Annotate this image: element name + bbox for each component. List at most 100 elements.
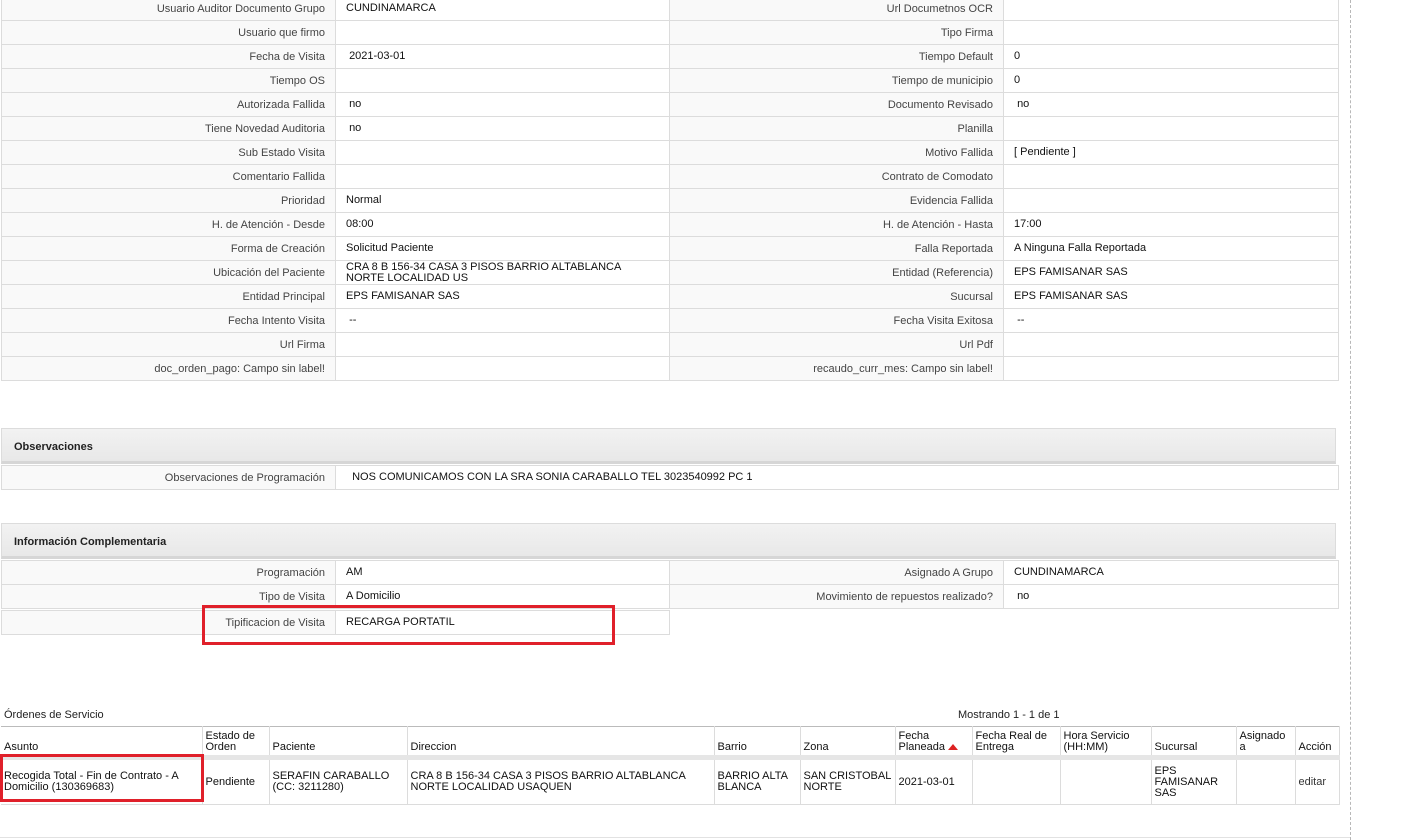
field-value-tipo-de-visita: A Domicilio bbox=[335, 584, 670, 609]
orders-header-label: Estado de Orden bbox=[205, 730, 256, 753]
orders-header-accion[interactable]: Acción bbox=[1295, 726, 1340, 760]
field-value-tiene-novedad-auditoria: no bbox=[335, 116, 670, 141]
field-label-planilla: Planilla bbox=[669, 116, 1004, 141]
sort-ascending-icon[interactable] bbox=[948, 744, 958, 751]
table-row: Recogida Total - Fin de Contrato - A Dom… bbox=[1, 757, 1340, 805]
detail-row: Tiempo OS Tiempo de municipio 0 bbox=[1, 68, 1339, 93]
field-value-sub-estado-visita bbox=[335, 140, 670, 165]
field-label-entidad-principal: Entidad Principal bbox=[1, 284, 336, 309]
field-label-fecha-intento-visita: Fecha Intento Visita bbox=[1, 308, 336, 333]
editar-link[interactable]: editar bbox=[1299, 776, 1327, 788]
tipificacion-value: RECARGA PORTATIL bbox=[335, 610, 670, 635]
field-label-asignado-a-grupo: Asignado A Grupo bbox=[669, 560, 1004, 585]
field-label-fecha-visita-exitosa: Fecha Visita Exitosa bbox=[669, 308, 1004, 333]
orders-cell-zona: SAN CRISTOBAL NORTE bbox=[800, 757, 896, 805]
detail-row: Prioridad Normal Evidencia Fallida bbox=[1, 188, 1339, 213]
field-label-motivo-fallida: Motivo Fallida bbox=[669, 140, 1004, 165]
orders-header-row: Asunto Estado de Orden Paciente Direccion Ba… bbox=[1, 726, 1340, 760]
field-value-ubicacion-del-paciente: CRA 8 B 156-34 CASA 3 PISOS BARRIO ALTAB… bbox=[335, 260, 670, 285]
observaciones-row: Observaciones de Programación NOS COMUNI… bbox=[1, 465, 1339, 490]
detail-row: Usuario Auditor Documento Grupo CUNDINAMA… bbox=[1, 0, 1339, 21]
detail-row: Url Firma Url Pdf bbox=[1, 332, 1339, 357]
orders-header-label: Acción bbox=[1298, 741, 1332, 753]
field-value-contrato-de-comodato bbox=[1003, 164, 1339, 189]
orders-header-label: Hora Servicio (HH:MM) bbox=[1063, 730, 1130, 753]
orders-header-fecha-real-de-entrega[interactable]: Fecha Real de Entrega bbox=[972, 726, 1061, 760]
field-label-doc-orden-pago-campo-sin-label: doc_orden_pago: Campo sin label! bbox=[1, 356, 336, 381]
orders-header-paciente[interactable]: Paciente bbox=[269, 726, 408, 760]
field-value-sucursal: EPS FAMISANAR SAS bbox=[1003, 284, 1339, 309]
orders-cell-sucursal: EPS FAMISANAR SAS bbox=[1151, 757, 1237, 805]
orders-cell-fecha-real-de-entrega bbox=[972, 757, 1061, 805]
detail-table: Usuario Auditor Documento Grupo CUNDINAMA… bbox=[1, 0, 1339, 381]
detail-row: Usuario que firmo Tipo Firma bbox=[1, 20, 1339, 45]
orders-header-fecha-planeada[interactable]: Fecha Planeada bbox=[895, 726, 973, 760]
field-label-tiempo-default: Tiempo Default bbox=[669, 44, 1004, 69]
field-value-fecha-visita-exitosa: -- bbox=[1003, 308, 1339, 333]
orders-table: Asunto Estado de Orden Paciente Direccion Ba… bbox=[1, 726, 1340, 805]
field-label-tiene-novedad-auditoria: Tiene Novedad Auditoria bbox=[1, 116, 336, 141]
field-value-planilla bbox=[1003, 116, 1339, 141]
field-label-programacion: Programación bbox=[1, 560, 336, 585]
observaciones-section-header: Observaciones bbox=[1, 428, 1336, 464]
orders-header-asignado-a[interactable]: Asignado a bbox=[1236, 726, 1296, 760]
orders-header-direccion[interactable]: Direccion bbox=[407, 726, 715, 760]
orders-cell-fecha-planeada: 2021-03-01 bbox=[895, 757, 973, 805]
field-value-evidencia-fallida bbox=[1003, 188, 1339, 213]
orders-header-label: Sucursal bbox=[1154, 741, 1198, 753]
detail-row: doc_orden_pago: Campo sin label! recaudo_… bbox=[1, 356, 1339, 381]
field-value-autorizada-fallida: no bbox=[335, 92, 670, 117]
field-label-entidad-referencia: Entidad (Referencia) bbox=[669, 260, 1004, 285]
field-label-url-documetnos-ocr: Url Documetnos OCR bbox=[669, 0, 1004, 21]
field-label-fecha-de-visita: Fecha de Visita bbox=[1, 44, 336, 69]
field-value-usuario-que-firmo bbox=[335, 20, 670, 45]
field-value-tipo-firma bbox=[1003, 20, 1339, 45]
field-label-documento-revisado: Documento Revisado bbox=[669, 92, 1004, 117]
field-value-comentario-fallida bbox=[335, 164, 670, 189]
orders-header-label: Asignado a bbox=[1239, 730, 1286, 753]
orders-header-zona[interactable]: Zona bbox=[800, 726, 896, 760]
field-label-movimiento-de-repuestos-realizado: Movimiento de repuestos realizado? bbox=[669, 584, 1004, 609]
field-value-h-de-atencion-hasta: 17:00 bbox=[1003, 212, 1339, 237]
detail-row: Tipo de Visita A Domicilio Movimiento de r… bbox=[1, 584, 1339, 609]
field-label-prioridad: Prioridad bbox=[1, 188, 336, 213]
detail-row: Programación AM Asignado A Grupo CUNDINAMAR… bbox=[1, 560, 1339, 585]
field-label-h-de-atencion-hasta: H. de Atención - Hasta bbox=[669, 212, 1004, 237]
orders-cell-direccion: CRA 8 B 156-34 CASA 3 PISOS BARRIO ALTAB… bbox=[407, 757, 715, 805]
orders-title: Órdenes de Servicio bbox=[4, 709, 104, 721]
field-value-fecha-intento-visita: -- bbox=[335, 308, 670, 333]
field-value-h-de-atencion-desde: 08:00 bbox=[335, 212, 670, 237]
detail-row: Entidad Principal EPS FAMISANAR SAS Sucurs… bbox=[1, 284, 1339, 309]
observaciones-value: NOS COMUNICAMOS CON LA SRA SONIA CARABAL… bbox=[335, 465, 1339, 490]
field-label-tiempo-os: Tiempo OS bbox=[1, 68, 336, 93]
field-label-comentario-fallida: Comentario Fallida bbox=[1, 164, 336, 189]
field-value-forma-de-creacion: Solicitud Paciente bbox=[335, 236, 670, 261]
orders-header-label: Zona bbox=[803, 741, 829, 753]
field-label-contrato-de-comodato: Contrato de Comodato bbox=[669, 164, 1004, 189]
field-value-entidad-principal: EPS FAMISANAR SAS bbox=[335, 284, 670, 309]
field-value-asignado-a-grupo: CUNDINAMARCA bbox=[1003, 560, 1339, 585]
field-label-falla-reportada: Falla Reportada bbox=[669, 236, 1004, 261]
bottom-divider bbox=[0, 837, 1350, 838]
detail-row: Autorizada Fallida no Documento Revisado … bbox=[1, 92, 1339, 117]
field-label-sucursal: Sucursal bbox=[669, 284, 1004, 309]
orders-header-label: Fecha Planeada bbox=[898, 730, 946, 753]
field-label-recaudo-curr-mes-campo-sin-label: recaudo_curr_mes: Campo sin label! bbox=[669, 356, 1004, 381]
orders-header-estado-de-orden[interactable]: Estado de Orden bbox=[202, 726, 270, 760]
orders-cell-asignado-a bbox=[1236, 757, 1296, 805]
detail-row: H. de Atención - Desde 08:00 H. de Atenció… bbox=[1, 212, 1339, 237]
detail-row: Forma de Creación Solicitud Paciente Falla… bbox=[1, 236, 1339, 261]
field-value-url-pdf bbox=[1003, 332, 1339, 357]
field-label-evidencia-fallida: Evidencia Fallida bbox=[669, 188, 1004, 213]
tipificacion-table: Tipificacion de Visita RECARGA PORTATIL bbox=[1, 610, 670, 635]
orders-header-barrio[interactable]: Barrio bbox=[714, 726, 801, 760]
orders-header-asunto[interactable]: Asunto bbox=[1, 726, 203, 760]
field-label-tipo-de-visita: Tipo de Visita bbox=[1, 584, 336, 609]
orders-header-hora-servicio-hh-mm[interactable]: Hora Servicio (HH:MM) bbox=[1060, 726, 1152, 760]
field-label-tipo-firma: Tipo Firma bbox=[669, 20, 1004, 45]
tipificacion-label: Tipificacion de Visita bbox=[1, 610, 336, 635]
orders-cell-asunto: Recogida Total - Fin de Contrato - A Dom… bbox=[1, 757, 203, 805]
orders-header-sucursal[interactable]: Sucursal bbox=[1151, 726, 1237, 760]
field-value-entidad-referencia: EPS FAMISANAR SAS bbox=[1003, 260, 1339, 285]
orders-header-label: Fecha Real de Entrega bbox=[975, 730, 1048, 753]
